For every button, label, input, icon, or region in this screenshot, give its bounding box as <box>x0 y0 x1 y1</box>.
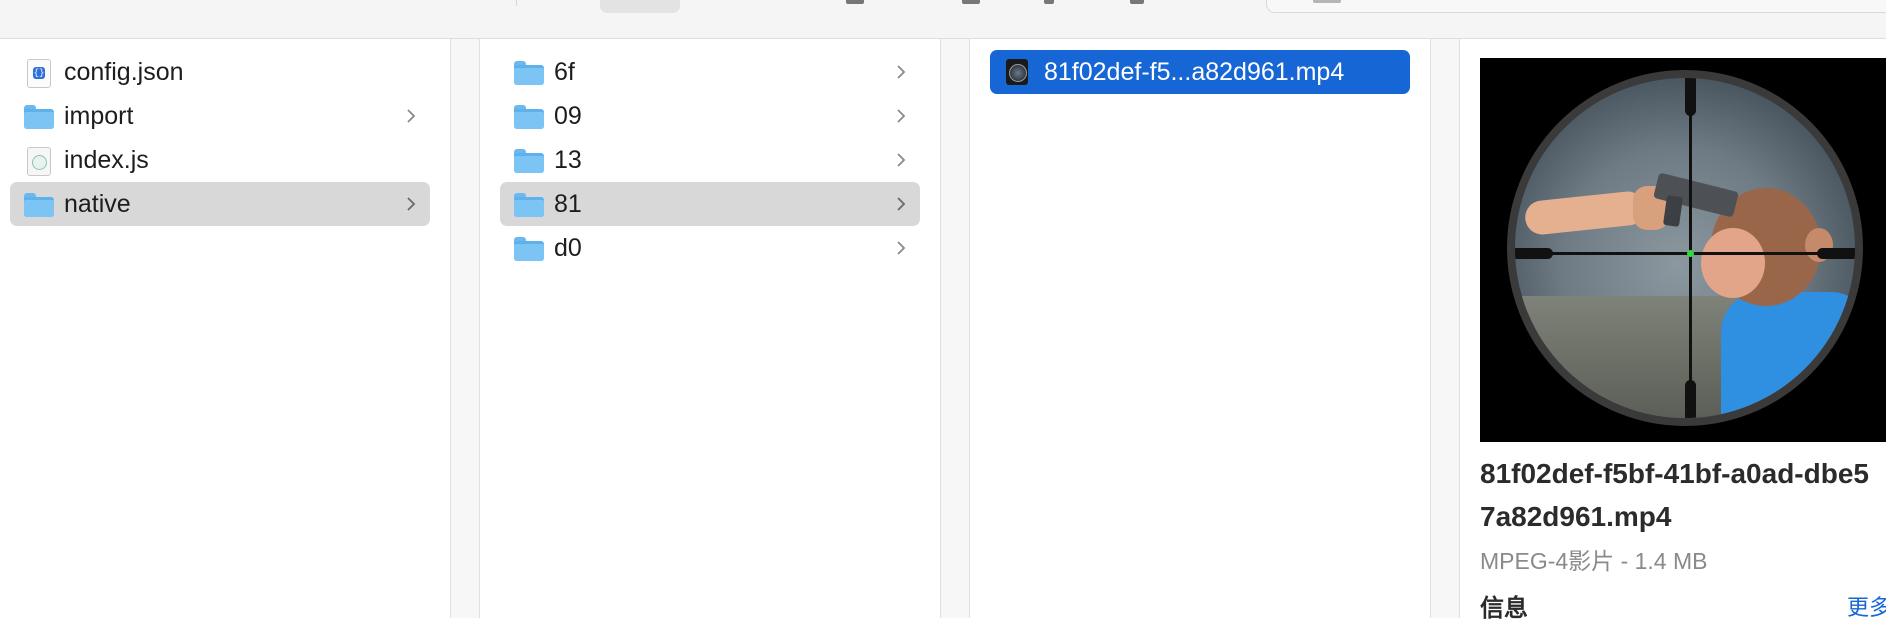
search-field[interactable] <box>1266 0 1886 13</box>
item-label: 6f <box>554 58 575 86</box>
folder-icon <box>514 59 544 85</box>
finder-toolbar <box>0 0 1886 39</box>
preview-kind-size: MPEG-4影片 - 1.4 MB <box>1480 548 1708 574</box>
item-label: 09 <box>554 102 582 130</box>
tag-icon[interactable] <box>1044 0 1054 4</box>
folder-icon <box>24 103 54 129</box>
item-label: 81 <box>554 190 582 218</box>
list-item-native[interactable]: native <box>10 182 430 226</box>
item-label: native <box>64 190 131 218</box>
folder-icon <box>514 147 544 173</box>
column-resize-handle[interactable] <box>1430 39 1460 618</box>
action-icon[interactable] <box>1130 0 1144 4</box>
toolbar-separator <box>516 0 517 6</box>
list-item-config-json[interactable]: {} config.json <box>10 50 430 94</box>
chevron-right-icon <box>407 197 416 211</box>
folder-icon <box>514 103 544 129</box>
group-icon[interactable] <box>846 0 864 4</box>
browser-column-3[interactable]: 81f02def-f5...a82d961.mp4 <box>970 39 1430 618</box>
view-mode-segmented-control[interactable] <box>600 0 680 13</box>
item-label: 13 <box>554 146 582 174</box>
column-resize-handle[interactable] <box>450 39 480 618</box>
list-item-mp4-file[interactable]: 81f02def-f5...a82d961.mp4 <box>990 50 1410 94</box>
browser-column-2[interactable]: 6f 09 13 81 d0 <box>480 39 940 618</box>
preview-more-link[interactable]: 更多 <box>1847 590 1886 622</box>
item-label: import <box>64 102 134 130</box>
chevron-right-icon <box>407 109 416 123</box>
list-item-import[interactable]: import <box>10 94 430 138</box>
folder-icon <box>514 235 544 261</box>
list-item-09[interactable]: 09 <box>500 94 920 138</box>
item-label: index.js <box>64 146 149 174</box>
item-label: d0 <box>554 234 582 262</box>
chevron-right-icon <box>897 153 906 167</box>
search-placeholder <box>1313 0 1341 3</box>
video-thumbnail-icon <box>1006 59 1028 85</box>
chevron-right-icon <box>897 197 906 211</box>
chevron-right-icon <box>897 241 906 255</box>
folder-icon <box>24 191 54 217</box>
list-item-index-js[interactable]: index.js <box>10 138 430 182</box>
list-item-d0[interactable]: d0 <box>500 226 920 270</box>
list-item-13[interactable]: 13 <box>500 138 920 182</box>
js-file-icon <box>24 147 54 176</box>
browser-column-1[interactable]: {} config.json import index.js native <box>0 39 450 618</box>
list-item-6f[interactable]: 6f <box>500 50 920 94</box>
share-icon[interactable] <box>962 0 980 4</box>
video-preview[interactable] <box>1480 58 1886 442</box>
item-label: config.json <box>64 58 184 86</box>
chevron-right-icon <box>897 65 906 79</box>
json-file-icon: {} <box>24 59 54 88</box>
chevron-right-icon <box>897 109 906 123</box>
folder-icon <box>514 191 544 217</box>
scope-scene-image <box>1507 70 1863 426</box>
preview-filename: 81f02def-f5bf-41bf-a0ad-dbe57a82d961.mp4 <box>1480 458 1869 532</box>
item-label: 81f02def-f5...a82d961.mp4 <box>1044 58 1345 86</box>
column-resize-handle[interactable] <box>940 39 970 618</box>
list-item-81[interactable]: 81 <box>500 182 920 226</box>
